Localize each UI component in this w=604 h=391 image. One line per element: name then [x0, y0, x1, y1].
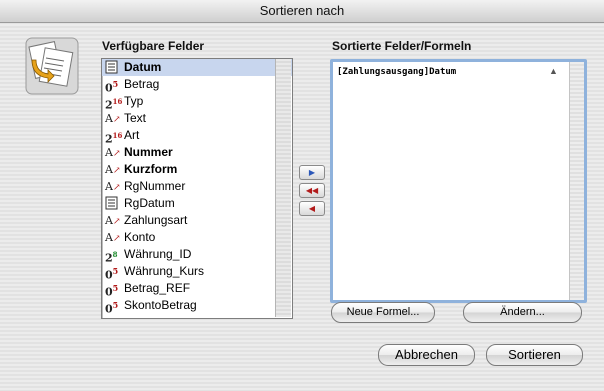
window-titlebar: Sortieren nach — [0, 0, 604, 23]
field-label: Art — [124, 128, 140, 142]
field-row-kurzform[interactable]: A↗ Kurzform — [102, 161, 292, 178]
field-label: SkontoBetrag — [124, 298, 197, 312]
text-icon: A↗ — [105, 231, 121, 244]
sort-document-icon — [22, 36, 82, 96]
field-row-zahlungsart[interactable]: A↗ Zahlungsart — [102, 212, 292, 229]
sorted-fields-scrollbar[interactable] — [569, 62, 584, 300]
neue-formel-button[interactable]: Neue Formel... — [331, 302, 435, 323]
field-row-waehrung-kurs[interactable]: 05 Währung_Kurs — [102, 263, 292, 282]
field-label: Währung_ID — [124, 247, 192, 261]
field-row-waehrung-id[interactable]: 28 Währung_ID — [102, 246, 292, 265]
field-row-betrag-ref[interactable]: 05 Betrag_REF — [102, 280, 292, 299]
add-all-fields-button[interactable]: ◀◀ — [299, 183, 325, 198]
field-label: Kurzform — [124, 162, 178, 176]
field-row-rgnummer[interactable]: A↗ RgNummer — [102, 178, 292, 195]
sorted-fields-heading: Sortierte Felder/Formeln — [332, 39, 472, 53]
add-field-button[interactable]: ▶ — [299, 165, 325, 180]
date-icon — [105, 196, 121, 211]
number-icon: 05 — [105, 300, 119, 316]
field-label: Betrag — [124, 77, 160, 91]
field-label: Nummer — [124, 145, 173, 159]
field-label: RgNummer — [124, 179, 186, 193]
number-icon: 05 — [105, 79, 119, 95]
field-row-konto[interactable]: A↗ Konto — [102, 229, 292, 246]
field-label: Datum — [124, 60, 162, 74]
remove-field-button[interactable]: ◀ — [299, 201, 325, 216]
field-label: Typ — [124, 94, 144, 108]
field-label: Zahlungsart — [124, 213, 188, 227]
text-icon: A↗ — [105, 146, 121, 159]
text-icon: A↗ — [105, 112, 121, 125]
arrow-right-icon: ▶ — [308, 168, 316, 177]
text-icon: A↗ — [105, 180, 121, 193]
field-row-nummer[interactable]: A↗ Nummer — [102, 144, 292, 161]
available-fields-scrollbar[interactable] — [275, 59, 291, 317]
number-icon: 05 — [105, 283, 119, 299]
window-title: Sortieren nach — [259, 3, 345, 18]
field-row-skontobetrag[interactable]: 05 SkontoBetrag — [102, 297, 292, 316]
field-row-art[interactable]: 216 Art — [102, 127, 292, 146]
field-row-typ[interactable]: 216 Typ — [102, 93, 292, 112]
ascending-triangle-icon[interactable]: ▲ — [549, 66, 558, 76]
field-row-rgdatum[interactable]: RgDatum — [102, 195, 292, 212]
field-label: Konto — [124, 230, 156, 244]
abbrechen-button[interactable]: Abbrechen — [378, 344, 475, 366]
number-icon: 05 — [105, 266, 119, 282]
field-row-betrag[interactable]: 05 Betrag — [102, 76, 292, 95]
sorted-field-row[interactable]: [Zahlungsausgang]Datum — [337, 67, 456, 77]
arrow-left-icon: ◀ — [308, 204, 316, 213]
field-row-text[interactable]: A↗ Text — [102, 110, 292, 127]
date-icon — [105, 60, 121, 75]
sortieren-button[interactable]: Sortieren — [486, 344, 583, 366]
aendern-button[interactable]: Ändern... — [463, 302, 582, 323]
double-arrow-left-icon: ◀◀ — [305, 186, 319, 195]
integer-icon: 28 — [105, 250, 118, 265]
available-fields-list[interactable]: Datum 05 Betrag 216 Typ A↗ Text 216 Art … — [101, 58, 293, 319]
text-icon: A↗ — [105, 214, 121, 227]
field-label: RgDatum — [124, 196, 175, 210]
text-icon: A↗ — [105, 163, 121, 176]
field-label: Betrag_REF — [124, 281, 191, 295]
field-row-datum[interactable]: Datum — [102, 59, 292, 76]
calc-icon: 216 — [105, 97, 123, 112]
field-label: Text — [124, 111, 147, 125]
calc-icon: 216 — [105, 131, 123, 146]
available-fields-heading: Verfügbare Felder — [102, 39, 205, 53]
field-label: Währung_Kurs — [124, 264, 205, 278]
sorted-fields-list[interactable]: [Zahlungsausgang]Datum ▲ — [330, 59, 587, 303]
